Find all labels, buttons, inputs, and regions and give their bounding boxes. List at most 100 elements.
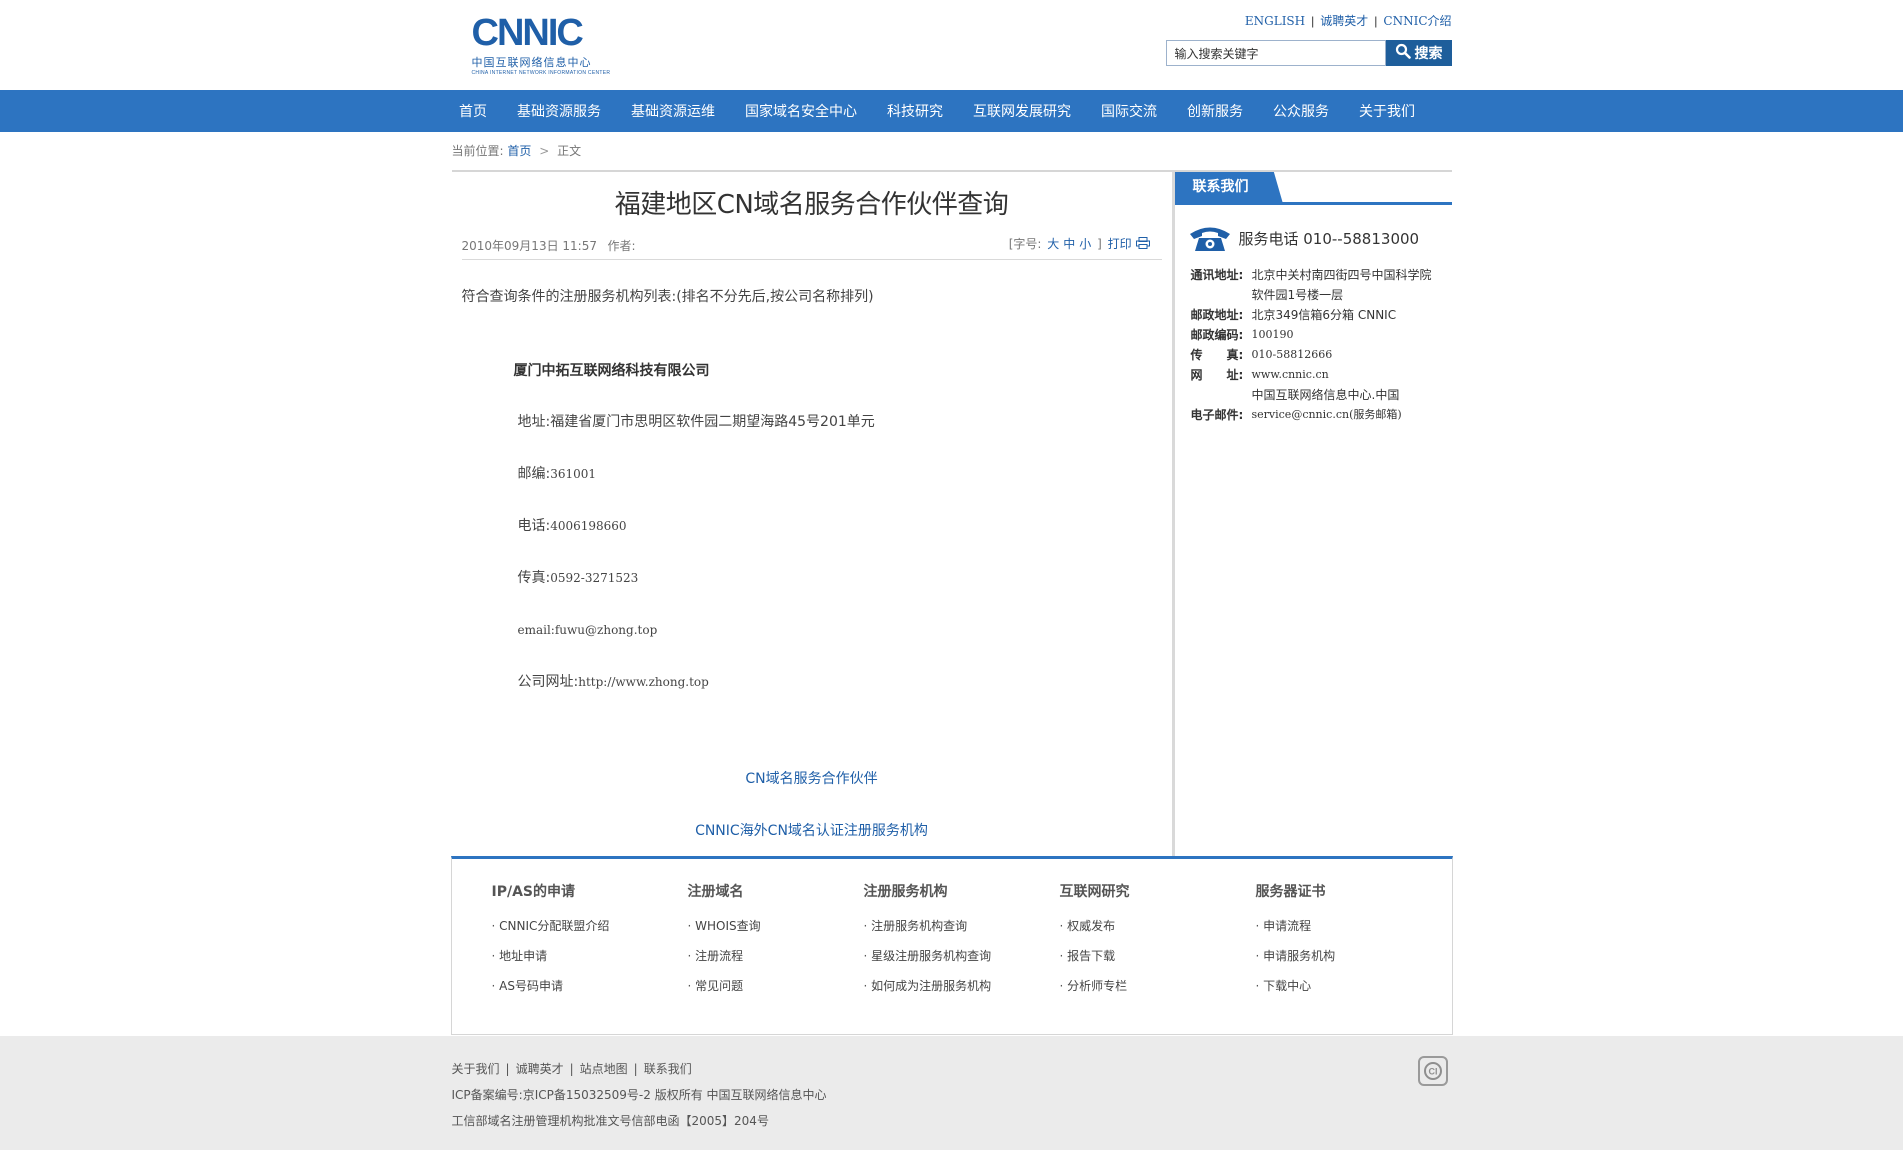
quick-link[interactable]: 地址申请 bbox=[492, 941, 610, 971]
contact-value: 100190 bbox=[1251, 328, 1294, 341]
nav-item-innovation[interactable]: 创新服务 bbox=[1187, 101, 1243, 121]
quick-link[interactable]: WHOIS查询 bbox=[688, 911, 761, 941]
quick-link[interactable]: 星级注册服务机构查询 bbox=[864, 941, 991, 971]
article-tools: [字号: 大中小 ] 打印 bbox=[1009, 235, 1152, 252]
link-column-title: 注册服务机构 bbox=[863, 884, 948, 900]
nav-item-international[interactable]: 国际交流 bbox=[1101, 101, 1157, 121]
contact-details: 通讯地址: 北京中关村南四街四号中国科学院 软件园1号楼一层 邮政地址: 北京349… bbox=[1175, 265, 1452, 425]
footer-link-sitemap[interactable]: 站点地图 bbox=[580, 1062, 628, 1076]
quick-links-panel: IP/AS的申请 CNNIC分配联盟介绍 地址申请 AS号码申请 注册域名 WH… bbox=[450, 856, 1453, 1035]
separator: | bbox=[1311, 14, 1315, 28]
search-button-label: 搜索 bbox=[1414, 46, 1443, 62]
font-small-button[interactable]: 小 bbox=[1079, 237, 1091, 251]
article-title: 福建地区CN域名服务合作伙伴查询 bbox=[614, 190, 1009, 220]
contact-label: 邮政地址: bbox=[1190, 308, 1244, 322]
contact-label bbox=[1191, 285, 1252, 305]
quick-link[interactable]: AS号码申请 bbox=[492, 971, 610, 1001]
font-size-label-close: ] bbox=[1097, 237, 1102, 251]
contact-value: www.cnnic.cn bbox=[1251, 368, 1329, 381]
quick-link[interactable]: 报告下载 bbox=[1060, 941, 1130, 971]
related-link-row: CN域名服务合作伙伴 bbox=[452, 768, 1172, 788]
contact-row: 电子邮件: service@cnnic.cn(服务邮箱) bbox=[1191, 405, 1452, 425]
quick-link[interactable]: 申请服务机构 bbox=[1256, 941, 1335, 971]
company-address: 地址:福建省厦门市思明区软件园二期望海路45号201单元 bbox=[518, 412, 1172, 464]
cn-partner-link[interactable]: CN域名服务合作伙伴 bbox=[745, 771, 877, 787]
nav-item-resource-services[interactable]: 基础资源服务 bbox=[517, 101, 601, 121]
separator: | bbox=[633, 1062, 638, 1076]
contact-value: 北京中关村南四街四号中国科学院 bbox=[1251, 268, 1432, 282]
top-links: ENGLISH | 诚聘英才 | CNNIC介绍 bbox=[1245, 12, 1452, 29]
nav-item-internet-development[interactable]: 互联网发展研究 bbox=[973, 101, 1071, 121]
contact-label: 通讯地址: bbox=[1190, 268, 1244, 282]
link-column-ip-as: IP/AS的申请 CNNIC分配联盟介绍 地址申请 AS号码申请 bbox=[492, 881, 610, 1001]
footer-license: 工信部域名注册管理机构批准文号信部电函【2005】204号 bbox=[451, 1114, 769, 1128]
search-input[interactable] bbox=[1165, 40, 1386, 66]
nav-item-domain-security[interactable]: 国家域名安全中心 bbox=[745, 101, 857, 121]
contact-row: 网 址: www.cnnic.cn bbox=[1191, 365, 1452, 385]
link-column-title: IP/AS的申请 bbox=[491, 884, 576, 900]
jobs-link[interactable]: 诚聘英才 bbox=[1320, 14, 1368, 28]
contact-label bbox=[1191, 385, 1252, 405]
link-column-title: 服务器证书 bbox=[1255, 884, 1326, 900]
quick-link[interactable]: 如何成为注册服务机构 bbox=[864, 971, 991, 1001]
certification-seal-icon[interactable]: CI bbox=[1417, 1056, 1448, 1086]
footer-link-about[interactable]: 关于我们 bbox=[452, 1062, 500, 1076]
contact-row: 传 真: 010-58812666 bbox=[1191, 345, 1452, 365]
company-website: 公司网址:http://www.zhong.top bbox=[518, 672, 1172, 724]
contact-row: 邮政编码: 100190 bbox=[1191, 325, 1452, 345]
contact-row: 邮政地址: 北京349信箱6分箱 CNNIC bbox=[1191, 305, 1452, 325]
contact-row: 通讯地址: 北京中关村南四街四号中国科学院 bbox=[1191, 265, 1452, 285]
quick-link[interactable]: 分析师专栏 bbox=[1060, 971, 1130, 1001]
phone-value: 4006198660 bbox=[550, 519, 627, 533]
font-large-button[interactable]: 大 bbox=[1047, 237, 1059, 251]
footer-inner: 关于我们 | 诚聘英才 | 站点地图 | 联系我们 ICP备案编号:京ICP备1503250… bbox=[452, 1036, 1452, 1134]
breadcrumb-prefix: 当前位置: bbox=[451, 144, 504, 158]
print-button[interactable]: 打印 bbox=[1108, 237, 1150, 251]
english-link[interactable]: ENGLISH bbox=[1245, 14, 1305, 28]
printer-icon bbox=[1135, 237, 1150, 251]
overseas-registrar-link[interactable]: CNNIC海外CN域名认证注册服务机构 bbox=[695, 823, 928, 839]
contact-label: 传 真: bbox=[1190, 348, 1244, 362]
nav-item-public-services[interactable]: 公众服务 bbox=[1273, 101, 1329, 121]
nav-item-research[interactable]: 科技研究 bbox=[887, 101, 943, 121]
separator: | bbox=[569, 1062, 574, 1076]
company-name: 厦门中拓互联网络科技有限公司 bbox=[513, 363, 710, 379]
nav-item-resource-ops[interactable]: 基础资源运维 bbox=[631, 101, 715, 121]
quick-link[interactable]: 申请流程 bbox=[1256, 911, 1336, 941]
article-author: 作者: bbox=[607, 239, 636, 253]
cnnic-logo[interactable]: CNNIC 中国互联网络信息中心 CHINA INTERNET NETWORK … bbox=[471, 12, 610, 76]
about-cnnic-link[interactable]: CNNIC介绍 bbox=[1383, 14, 1451, 28]
quick-link[interactable]: 下载中心 bbox=[1256, 971, 1336, 1001]
quick-link[interactable]: 权威发布 bbox=[1060, 911, 1130, 941]
nav-item-home[interactable]: 首页 bbox=[459, 101, 487, 121]
quick-link[interactable]: 常见问题 bbox=[688, 971, 761, 1001]
zip-value: 361001 bbox=[550, 467, 597, 481]
header: CNNIC 中国互联网络信息中心 CHINA INTERNET NETWORK … bbox=[452, 0, 1452, 90]
quick-link[interactable]: 注册服务机构查询 bbox=[864, 911, 992, 941]
footer-link-jobs[interactable]: 诚聘英才 bbox=[516, 1062, 564, 1076]
article: 福建地区CN域名服务合作伙伴查询 2010年09月13日 11:57 作者: [… bbox=[452, 172, 1175, 856]
separator: | bbox=[505, 1062, 510, 1076]
contact-value: 北京349信箱6分箱 CNNIC bbox=[1251, 308, 1397, 322]
footer-link-contact[interactable]: 联系我们 bbox=[644, 1062, 692, 1076]
font-medium-button[interactable]: 中 bbox=[1063, 237, 1075, 251]
zip-label: 邮编: bbox=[517, 466, 551, 482]
company-fax: 传真:0592-3271523 bbox=[518, 568, 1172, 620]
separator: | bbox=[1374, 14, 1378, 28]
link-column-title: 注册域名 bbox=[687, 884, 744, 900]
address-label: 地址: bbox=[517, 414, 551, 430]
search-icon bbox=[1395, 43, 1411, 63]
contact-label: 邮政编码: bbox=[1190, 328, 1244, 342]
breadcrumb-home-link[interactable]: 首页 bbox=[507, 144, 531, 158]
quick-link[interactable]: 注册流程 bbox=[688, 941, 761, 971]
search-button[interactable]: 搜索 bbox=[1385, 40, 1452, 66]
article-meta: 2010年09月13日 11:57 作者: [字号: 大中小 ] 打印 bbox=[461, 233, 1162, 260]
link-column-title: 互联网研究 bbox=[1059, 884, 1130, 900]
link-column-domain-registration: 注册域名 WHOIS查询 注册流程 常见问题 bbox=[688, 881, 761, 1001]
sidebar-title: 联系我们 bbox=[1174, 172, 1283, 202]
logo-wordmark: CNNIC bbox=[471, 12, 584, 54]
contact-value: 010-58812666 bbox=[1251, 348, 1333, 361]
nav-item-about-us[interactable]: 关于我们 bbox=[1359, 101, 1415, 121]
quick-link[interactable]: CNNIC分配联盟介绍 bbox=[492, 911, 609, 941]
contact-value: 中国互联网络信息中心.中国 bbox=[1251, 388, 1400, 402]
